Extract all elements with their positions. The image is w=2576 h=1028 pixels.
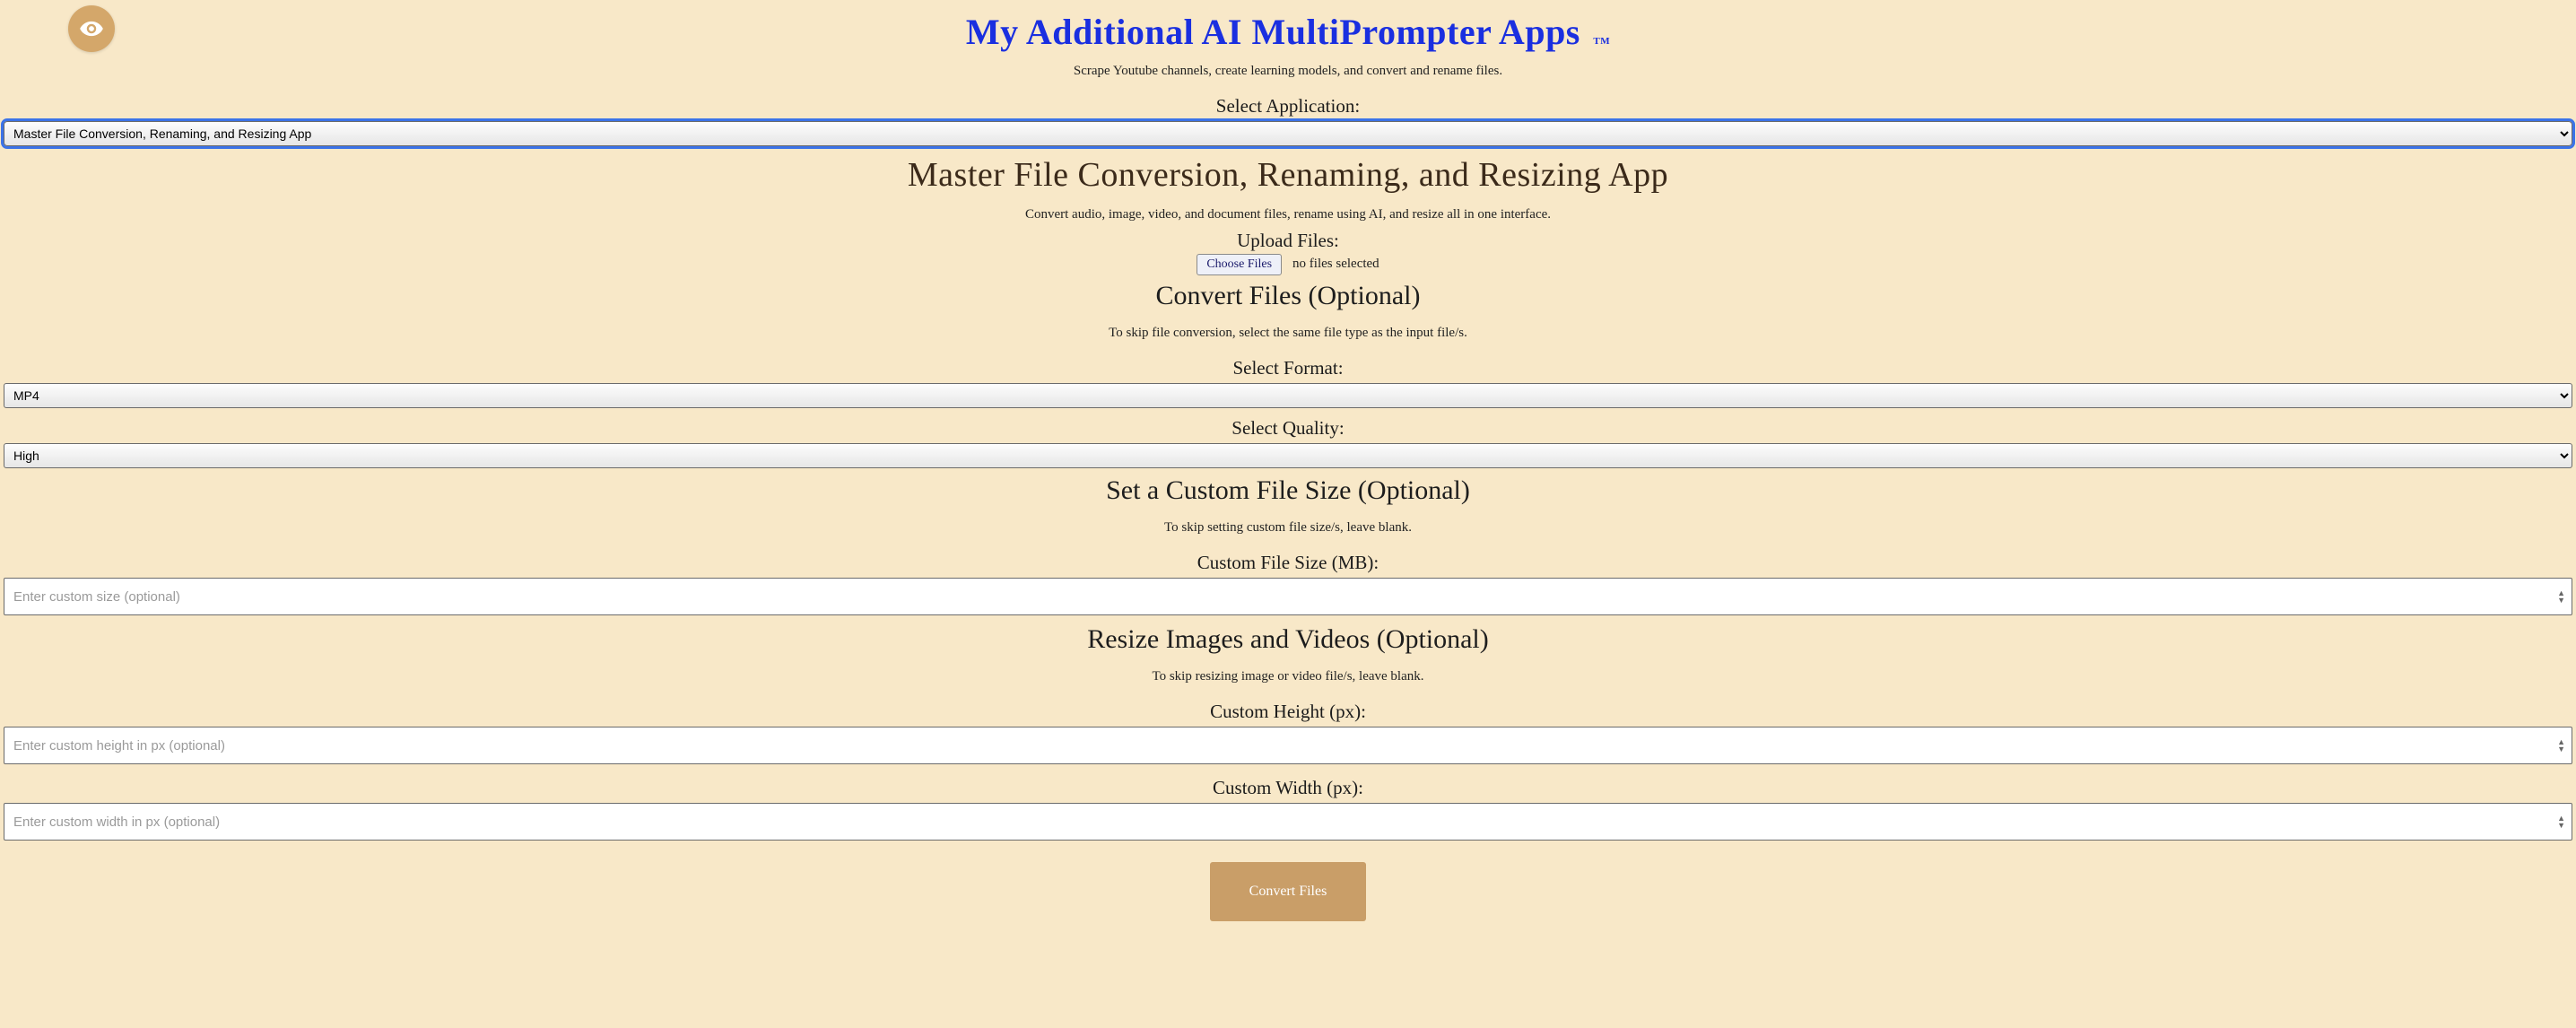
eye-icon-badge[interactable] [68, 5, 115, 52]
size-section-hint: To skip setting custom file size/s, leav… [2, 520, 2574, 536]
upload-row: Choose Files no files selected [2, 254, 2574, 275]
size-section-title: Set a Custom File Size (Optional) [2, 475, 2574, 506]
format-select[interactable]: MP4 [4, 383, 2572, 408]
resize-section-title: Resize Images and Videos (Optional) [2, 624, 2574, 655]
convert-section-title: Convert Files (Optional) [2, 281, 2574, 311]
select-quality-label: Select Quality: [2, 417, 2574, 440]
upload-label: Upload Files: [2, 230, 2574, 252]
custom-size-label: Custom File Size (MB): [2, 552, 2574, 574]
page-subtitle: Scrape Youtube channels, create learning… [2, 64, 2574, 79]
page-root: My Additional AI MultiPrompter Apps TM S… [0, 0, 2576, 957]
application-select[interactable]: Master File Conversion, Renaming, and Re… [4, 121, 2572, 146]
custom-size-input[interactable] [4, 578, 2572, 615]
quality-select-wrap: High [4, 443, 2572, 468]
custom-width-input[interactable] [4, 803, 2572, 841]
custom-width-input-wrap: ▲▼ [4, 803, 2572, 841]
custom-height-input-wrap: ▲▼ [4, 727, 2572, 764]
convert-files-button[interactable]: Convert Files [1210, 862, 1367, 921]
choose-files-button[interactable]: Choose Files [1197, 254, 1282, 275]
app-subtitle: Convert audio, image, video, and documen… [2, 207, 2574, 222]
select-format-label: Select Format: [2, 357, 2574, 379]
resize-section-hint: To skip resizing image or video file/s, … [2, 669, 2574, 684]
custom-height-input[interactable] [4, 727, 2572, 764]
quality-select[interactable]: High [4, 443, 2572, 468]
select-application-label: Select Application: [2, 95, 2574, 118]
custom-width-label: Custom Width (px): [2, 777, 2574, 799]
eye-icon [79, 16, 104, 41]
application-select-wrap: Master File Conversion, Renaming, and Re… [4, 121, 2572, 146]
app-title: Master File Conversion, Renaming, and Re… [2, 155, 2574, 195]
page-title-text: My Additional AI MultiPrompter Apps [966, 12, 1580, 52]
custom-height-label: Custom Height (px): [2, 701, 2574, 723]
custom-size-input-wrap: ▲▼ [4, 578, 2572, 615]
format-select-wrap: MP4 [4, 383, 2572, 408]
file-status-text: no files selected [1292, 257, 1379, 272]
page-title: My Additional AI MultiPrompter Apps TM [2, 11, 2574, 53]
trademark-suffix: TM [1593, 36, 1610, 47]
convert-section-hint: To skip file conversion, select the same… [2, 326, 2574, 341]
